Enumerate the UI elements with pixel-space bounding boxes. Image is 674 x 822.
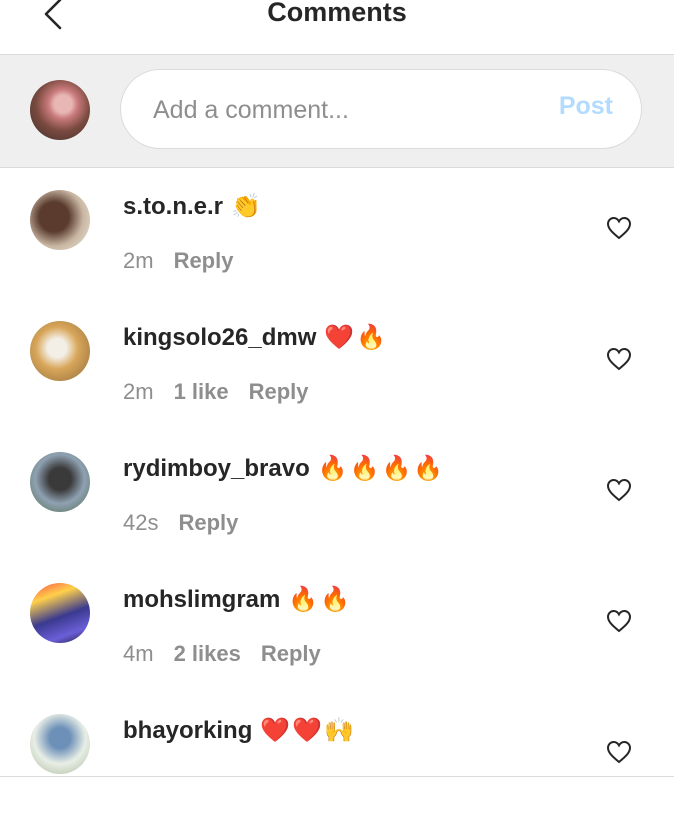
comment-item: kingsolo26_dmw ❤️🔥 2m 1 like Reply <box>0 299 674 429</box>
heart-icon[interactable] <box>606 478 632 502</box>
divider <box>0 776 674 777</box>
heart-icon[interactable] <box>606 740 632 764</box>
avatar[interactable] <box>30 714 90 774</box>
comment-meta: 2m 1 like Reply <box>123 379 329 405</box>
avatar <box>30 80 90 140</box>
comment-text: 🔥🔥🔥🔥 <box>317 455 446 482</box>
comment-username[interactable]: bhayorking <box>123 717 252 744</box>
comment-composer: Post <box>0 55 674 168</box>
page-title: Comments <box>267 0 407 27</box>
comment-time: 4m <box>123 641 154 666</box>
avatar[interactable] <box>30 583 90 643</box>
comment-item: s.to.n.e.r 👏 2m Reply <box>0 168 674 298</box>
likes-count[interactable]: 2 likes <box>174 641 241 666</box>
comment-text: ❤️🔥 <box>324 324 389 351</box>
heart-icon[interactable] <box>606 216 632 240</box>
post-button[interactable]: Post <box>559 92 613 121</box>
comment-input-container[interactable]: Post <box>120 69 642 150</box>
comment-username[interactable]: s.to.n.e.r <box>123 193 223 220</box>
comment-username[interactable]: mohslimgram <box>123 586 280 613</box>
reply-button[interactable]: Reply <box>261 641 321 666</box>
comment-item: mohslimgram 🔥🔥 4m 2 likes Reply <box>0 561 674 691</box>
comment-time: 2m <box>123 248 154 273</box>
comment-text: ❤️❤️🙌 <box>260 717 357 744</box>
comment-item: bhayorking ❤️❤️🙌 <box>0 692 674 822</box>
comment-meta: 42s Reply <box>123 510 258 536</box>
avatar[interactable] <box>30 190 90 250</box>
heart-icon[interactable] <box>606 347 632 371</box>
heart-icon[interactable] <box>606 609 632 633</box>
comment-meta: 4m 2 likes Reply <box>123 641 341 667</box>
likes-count[interactable]: 1 like <box>174 379 229 404</box>
comment-meta: 2m Reply <box>123 248 253 274</box>
comment-text: 🔥🔥 <box>288 586 353 613</box>
comment-time: 42s <box>123 510 159 535</box>
comment-text: 👏 <box>231 193 263 220</box>
comment-time: 2m <box>123 379 154 404</box>
comment-input[interactable] <box>151 70 535 150</box>
header-bar: Comments <box>0 0 674 55</box>
comment-username[interactable]: rydimboy_bravo <box>123 455 310 482</box>
avatar[interactable] <box>30 452 90 512</box>
avatar[interactable] <box>30 321 90 381</box>
reply-button[interactable]: Reply <box>174 248 234 273</box>
reply-button[interactable]: Reply <box>178 510 238 535</box>
comment-item: rydimboy_bravo 🔥🔥🔥🔥 42s Reply <box>0 430 674 560</box>
comment-username[interactable]: kingsolo26_dmw <box>123 324 316 351</box>
reply-button[interactable]: Reply <box>249 379 309 404</box>
